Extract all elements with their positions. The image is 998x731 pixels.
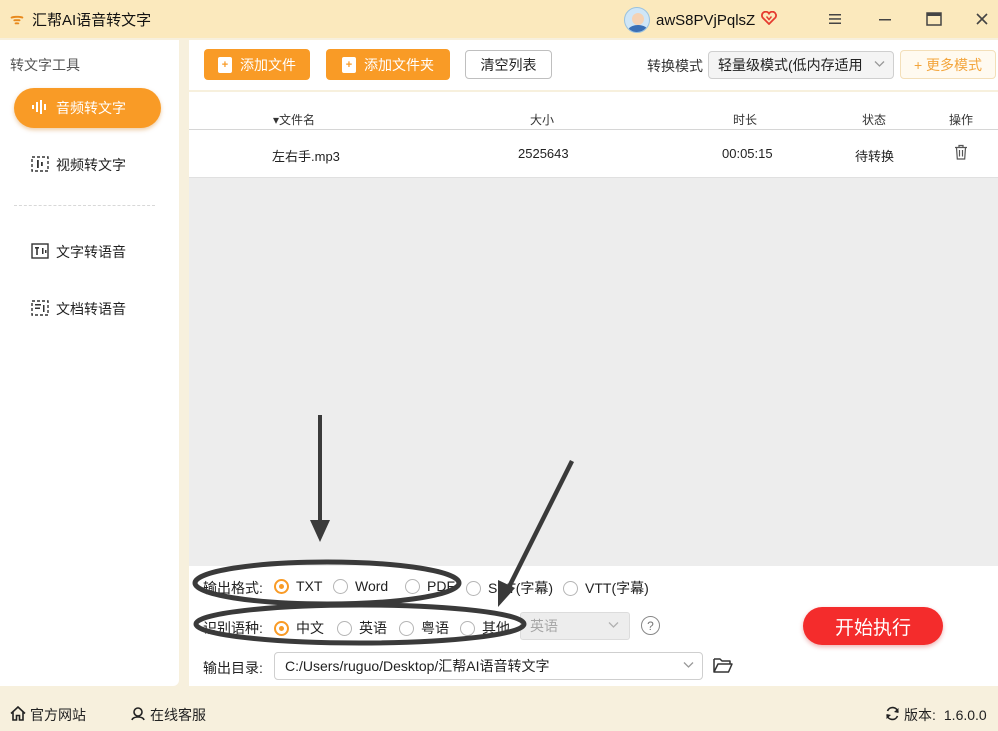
sidebar-item-label: 音频转文字 — [56, 100, 126, 116]
refresh-icon — [885, 706, 900, 725]
sidebar-heading: 转文字工具 — [10, 57, 80, 73]
sidebar-item-doc-to-speech[interactable]: 文档转语音 — [14, 289, 161, 329]
mode-label: 转换模式 — [647, 58, 703, 74]
app-title: 汇帮AI语音转文字 — [32, 11, 152, 29]
add-folder-icon: + — [342, 56, 356, 73]
sidebar-item-label: 文字转语音 — [56, 244, 126, 260]
home-icon — [10, 705, 26, 725]
file-size: 2525643 — [518, 146, 569, 161]
vip-heart-icon[interactable] — [761, 10, 778, 29]
trash-icon[interactable] — [954, 144, 968, 163]
app-logo-icon: ᯤ — [10, 11, 24, 28]
mode-select[interactable]: 轻量级模式(低内存适用 — [708, 51, 894, 79]
column-filename[interactable]: ▾文件名 — [273, 111, 315, 128]
add-file-button[interactable]: + 添加文件 — [204, 49, 310, 80]
username[interactable]: awS8PVjPqlsZ — [656, 12, 755, 29]
lang-option-english[interactable]: 英语 — [337, 618, 387, 638]
menu-icon[interactable] — [822, 6, 848, 32]
sidebar-divider — [14, 205, 155, 206]
column-status: 状态 — [862, 113, 887, 127]
file-status: 待转换 — [855, 149, 895, 164]
start-button[interactable]: 开始执行 — [803, 607, 943, 645]
headset-icon — [130, 706, 146, 725]
lang-option-cantonese[interactable]: 粤语 — [399, 618, 449, 638]
status-bar: 官方网站 在线客服 版本: 1.6.0.0 — [0, 697, 998, 731]
table-header: ▾文件名 大小 时长 状态 操作 — [189, 106, 998, 130]
chevron-down-icon — [608, 619, 619, 633]
lang-option-other[interactable]: 其他 — [460, 618, 510, 638]
chevron-down-icon — [683, 659, 694, 673]
minimize-icon[interactable] — [872, 6, 898, 32]
format-option-vtt[interactable]: VTT(字幕) — [563, 578, 649, 598]
sidebar: 转文字工具 音频转文字 视频转文字 文字转语音 文档转语音 — [0, 40, 179, 686]
text-to-speech-icon — [30, 242, 50, 262]
other-language-select[interactable]: 英语 — [520, 612, 630, 640]
settings-panel: 输出格式: TXT Word PDF SRT(字幕) VTT(字幕) 识别语种:… — [189, 566, 998, 686]
folder-open-icon[interactable] — [713, 656, 733, 674]
help-icon[interactable]: ? — [641, 616, 660, 635]
file-duration: 00:05:15 — [722, 146, 773, 161]
sidebar-item-audio-to-text[interactable]: 音频转文字 — [14, 88, 161, 128]
format-option-srt[interactable]: SRT(字幕) — [466, 578, 553, 598]
file-name: 左右手.mp3 — [272, 149, 340, 164]
lang-option-chinese[interactable]: 中文 — [274, 618, 324, 638]
official-website-link[interactable]: 官方网站 — [10, 705, 86, 725]
add-folder-button[interactable]: + 添加文件夹 — [326, 49, 450, 80]
column-size: 大小 — [530, 113, 555, 127]
chevron-down-icon — [874, 58, 885, 72]
version-info[interactable]: 版本: 1.6.0.0 — [885, 705, 987, 725]
format-option-pdf[interactable]: PDF — [405, 578, 455, 594]
close-icon[interactable] — [969, 6, 995, 32]
doc-to-speech-icon — [30, 299, 50, 319]
output-format-label: 输出格式: — [203, 580, 263, 596]
audio-wave-icon — [30, 99, 50, 118]
column-duration: 时长 — [733, 113, 758, 127]
column-action: 操作 — [949, 113, 974, 127]
format-option-txt[interactable]: TXT — [274, 578, 322, 594]
format-option-word[interactable]: Word — [333, 578, 388, 594]
avatar[interactable] — [624, 7, 650, 33]
sidebar-item-video-to-text[interactable]: 视频转文字 — [14, 145, 161, 185]
video-wave-icon — [30, 155, 50, 175]
output-dir-select[interactable]: C:/Users/ruguo/Desktop/汇帮AI语音转文字 — [274, 652, 703, 680]
toolbar: + 添加文件 + 添加文件夹 清空列表 转换模式 轻量级模式(低内存适用 + 更… — [189, 40, 998, 90]
more-modes-button[interactable]: + 更多模式 — [900, 50, 996, 79]
file-list: ▾文件名 大小 时长 状态 操作 左右手.mp3 2525643 00:05:1… — [189, 92, 998, 566]
language-label: 识别语种: — [203, 620, 263, 636]
sidebar-item-text-to-speech[interactable]: 文字转语音 — [14, 232, 161, 272]
sidebar-item-label: 视频转文字 — [56, 157, 126, 173]
table-row[interactable]: 左右手.mp3 2525643 00:05:15 待转换 — [189, 130, 998, 178]
add-file-icon: + — [218, 56, 232, 73]
title-bar: ᯤ 汇帮AI语音转文字 awS8PVjPqlsZ — [0, 0, 998, 38]
output-dir-label: 输出目录: — [203, 660, 263, 676]
clear-list-button[interactable]: 清空列表 — [465, 50, 552, 79]
maximize-icon[interactable] — [921, 6, 947, 32]
user-info[interactable]: awS8PVjPqlsZ — [624, 7, 778, 33]
sidebar-item-label: 文档转语音 — [56, 301, 126, 317]
online-support-link[interactable]: 在线客服 — [130, 705, 206, 725]
